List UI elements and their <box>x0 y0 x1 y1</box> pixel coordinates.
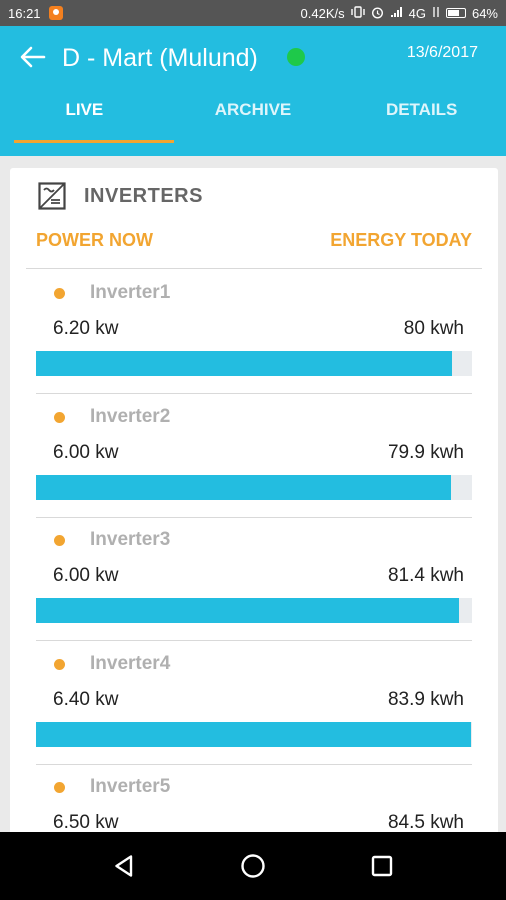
inverter-energy: 81.4 kwh <box>387 565 464 586</box>
energy-bar-track <box>36 351 472 376</box>
inverter-power: 6.00 kw <box>53 565 119 586</box>
energy-bar-track <box>36 721 472 747</box>
energy-bar-fill <box>36 598 459 623</box>
recents-square-icon <box>371 855 392 877</box>
tab-archive[interactable]: ARCHIVE <box>169 96 338 142</box>
inverter-status-dot <box>54 535 65 546</box>
inverter-row[interactable]: Inverter3 6.00 kw 81.4 kwh <box>10 517 498 641</box>
notification-icon <box>48 6 63 20</box>
arrow-left-icon <box>20 46 46 68</box>
inverter-name: Inverter2 <box>90 405 171 427</box>
inverter-power: 6.00 kw <box>53 441 119 463</box>
inverter-icon <box>38 182 66 210</box>
inverter-status-dot <box>54 658 65 670</box>
inverters-card: INVERTERS POWER NOW ENERGY TODAY Inverte… <box>10 168 498 868</box>
date-label: 13/6/2017 <box>406 44 478 61</box>
app-bar: D - Mart (Mulund) 13/6/2017 LIVE ARCHIVE… <box>0 26 506 156</box>
card-header: INVERTERS <box>38 182 203 210</box>
column-headings: POWER NOW ENERGY TODAY <box>36 230 472 251</box>
site-title: D - Mart (Mulund) <box>62 44 258 72</box>
inverter-energy: 80 kwh <box>403 318 464 339</box>
tab-live[interactable]: LIVE <box>0 96 169 142</box>
back-triangle-icon <box>115 855 133 877</box>
status-bar: 16:21 0.42K/s 4G 64% <box>0 0 506 26</box>
energy-bar-track <box>36 598 472 623</box>
inverter-name: Inverter5 <box>90 776 171 797</box>
power-now-heading: POWER NOW <box>36 230 153 250</box>
energy-bar-fill <box>36 474 452 500</box>
signal-icon <box>390 6 403 20</box>
inverter-status-dot <box>54 411 65 423</box>
inverter-energy: 83.9 kwh <box>387 688 464 710</box>
network-speed: 0.42K/s <box>300 5 345 21</box>
alarm-icon <box>371 6 384 21</box>
data-arrows-icon <box>432 6 440 20</box>
navigation-bar <box>0 832 506 900</box>
inverter-energy: 84.5 kwh <box>387 812 464 833</box>
vibrate-icon <box>350 6 365 20</box>
inverter-name: Inverter1 <box>90 282 171 303</box>
tab-bar: LIVE ARCHIVE DETAILS <box>0 96 506 142</box>
network-type: 4G <box>408 5 426 21</box>
inverter-energy: 79.9 kwh <box>387 441 464 463</box>
inverter-row[interactable]: Inverter1 6.20 kw 80 kwh <box>10 270 498 394</box>
nav-home-button[interactable] <box>233 846 273 886</box>
card-title: INVERTERS <box>84 184 203 207</box>
inverter-name: Inverter4 <box>90 652 171 674</box>
inverter-status-dot <box>54 288 65 299</box>
status-time: 16:21 <box>8 5 41 21</box>
inverter-power: 6.50 kw <box>53 812 119 833</box>
energy-bar-fill <box>36 721 472 747</box>
battery-percent: 64% <box>471 5 498 21</box>
inverter-row[interactable]: Inverter2 6.00 kw 79.9 kwh <box>10 394 498 518</box>
nav-recents-button[interactable] <box>362 846 402 886</box>
inverter-row[interactable]: Inverter4 6.40 kw 83.9 kwh <box>10 641 498 765</box>
nav-back-button[interactable] <box>104 846 144 886</box>
inverter-name: Inverter3 <box>90 529 171 550</box>
tab-details[interactable]: DETAILS <box>337 96 506 142</box>
home-circle-icon <box>241 854 265 878</box>
inverter-status-dot <box>54 782 65 793</box>
inverter-power: 6.20 kw <box>53 318 119 339</box>
tab-indicator <box>14 140 174 143</box>
energy-bar-track <box>36 474 472 500</box>
back-button[interactable] <box>18 42 48 72</box>
inverter-power: 6.40 kw <box>53 688 119 710</box>
energy-today-heading: ENERGY TODAY <box>330 230 472 250</box>
header-divider <box>26 268 482 269</box>
energy-bar-fill <box>36 351 453 376</box>
battery-icon <box>445 8 466 18</box>
online-status-dot <box>287 48 305 66</box>
